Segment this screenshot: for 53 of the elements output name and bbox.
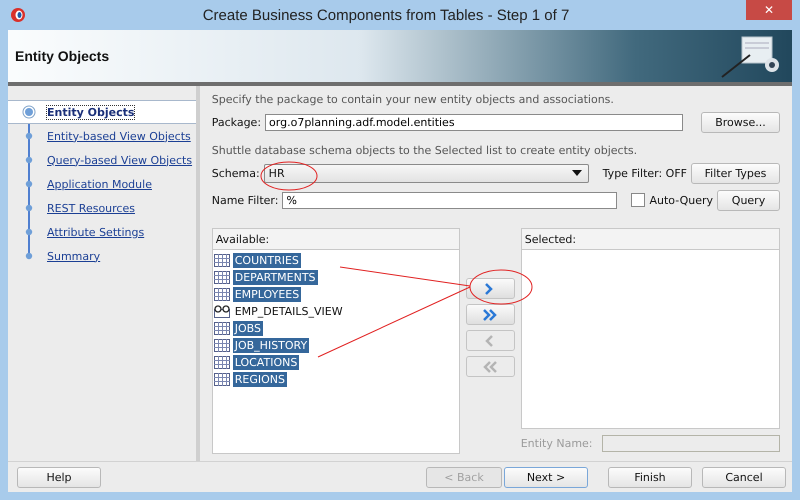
filter-types-button[interactable]: Filter Types [691, 162, 780, 184]
list-item[interactable]: LOCATIONS [232, 355, 300, 370]
entity-name-label: Entity Name: [520, 436, 593, 450]
highlight-ellipse [260, 162, 318, 190]
step-dot-icon [24, 227, 34, 237]
list-item[interactable]: EMPLOYEES [232, 287, 302, 302]
move-all-right-button[interactable] [466, 304, 515, 325]
schema-dropdown[interactable]: HR [264, 164, 589, 182]
schema-label: Schema: [212, 166, 260, 180]
step-dot-icon [24, 251, 34, 261]
dialog-button[interactable]: Finish [608, 466, 692, 488]
page-heading: Entity Objects [15, 48, 110, 64]
chevron-left-icon [482, 358, 498, 374]
package-field[interactable]: org.o7planning.adf.model.entities [265, 114, 684, 130]
auto-query-label: Auto-Query [649, 194, 713, 206]
close-button[interactable]: ✕ [746, 0, 792, 20]
list-item[interactable]: JOBS [232, 321, 263, 336]
app-logo-icon [10, 7, 26, 23]
step-dot-icon [24, 179, 34, 189]
step-dot-icon [24, 155, 34, 165]
chevron-right-icon [482, 306, 498, 322]
step-link[interactable]: Application Module [47, 178, 152, 190]
step-dot-icon [24, 203, 34, 213]
step-link[interactable]: Query-based View Objects [47, 154, 192, 166]
instructions-text: Specify the package to contain your new entity objects and associations. [212, 93, 615, 106]
hint-text: Shuttle database schema objects to the Selected list to create entity objects. [212, 144, 638, 157]
query-button[interactable]: Query [717, 190, 780, 210]
move-right-button[interactable] [466, 278, 515, 299]
step-dot-icon [24, 131, 34, 141]
step-link[interactable]: Summary [47, 250, 100, 262]
selected-heading: Selected: [524, 232, 576, 246]
name-filter-label: Name Filter: [212, 194, 278, 206]
step-link[interactable]: Entity-based View Objects [47, 130, 191, 142]
available-heading: Available: [216, 232, 270, 246]
list-item[interactable]: REGIONS [232, 372, 287, 387]
dropdown-arrow-icon [572, 170, 582, 176]
type-filter-status: Type Filter: OFF [602, 166, 687, 180]
list-item[interactable]: COUNTRIES [232, 253, 301, 268]
list-item[interactable]: JOB_HISTORY [232, 338, 310, 353]
list-item[interactable]: DEPARTMENTS [232, 270, 318, 285]
auto-query-checkbox[interactable] [631, 193, 646, 207]
name-filter-field[interactable]: % [282, 192, 618, 208]
highlight-ellipse [470, 270, 532, 304]
step-link[interactable]: Attribute Settings [47, 226, 144, 238]
dialog-button[interactable]: Help [17, 466, 101, 488]
current-step-icon [22, 105, 36, 119]
window-title: Create Business Components from Tables - Step 1 of 7 [202, 6, 570, 24]
package-label: Package: [212, 116, 262, 128]
step-link[interactable]: REST Resources [47, 202, 135, 214]
list-item[interactable]: EMP_DETAILS_VIEW [232, 304, 345, 319]
dialog-button[interactable]: Cancel [702, 466, 786, 488]
browse-button[interactable]: Browse... [701, 112, 780, 132]
dialog-button[interactable]: Next > [504, 466, 588, 488]
